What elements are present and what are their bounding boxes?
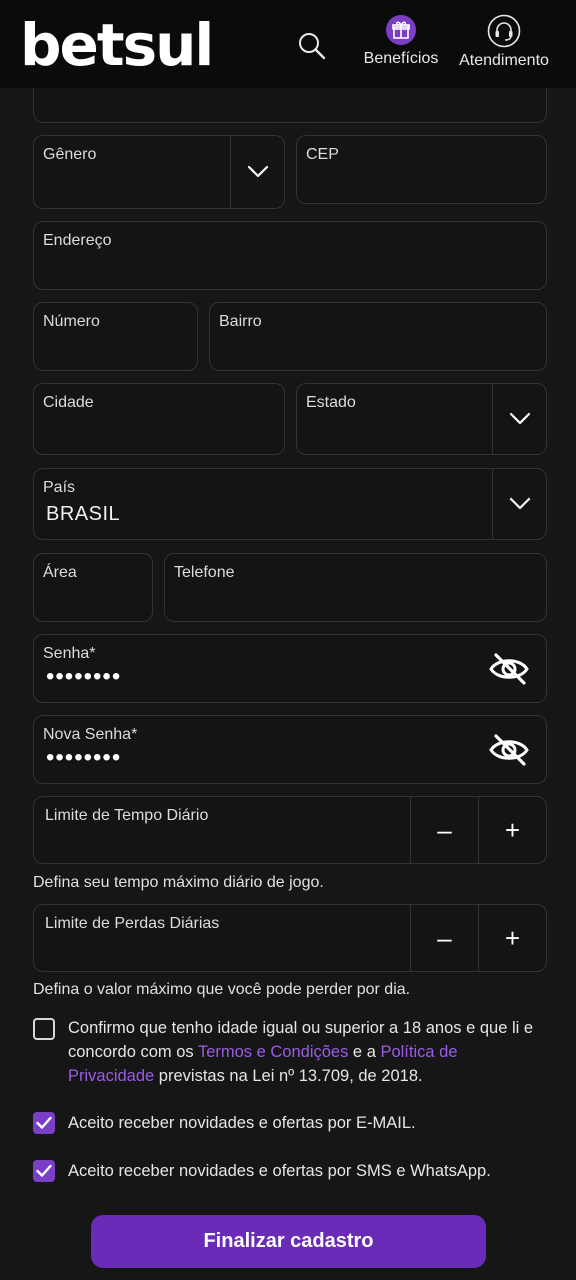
registration-form: Gênero CEP Endereço Número Bairro Cidade… bbox=[0, 68, 576, 1280]
limite-perdas-stepper[interactable]: Limite de Perdas Diárias – + bbox=[33, 904, 547, 972]
telefone-field[interactable]: Telefone bbox=[164, 553, 547, 622]
checkmark-icon bbox=[36, 1116, 52, 1129]
senha-label: Senha* bbox=[43, 645, 96, 662]
limite-tempo-stepper[interactable]: Limite de Tempo Diário – + bbox=[33, 796, 547, 864]
genero-dropdown-toggle[interactable] bbox=[230, 136, 284, 208]
terms-link[interactable]: Termos e Condições bbox=[198, 1043, 348, 1061]
benefits-button[interactable]: Benefícios bbox=[360, 14, 442, 68]
endereco-field[interactable]: Endereço bbox=[33, 221, 547, 290]
chevron-down-icon bbox=[509, 497, 530, 510]
numero-label: Número bbox=[43, 313, 100, 330]
top-header: betsul Benefícios Atendimento bbox=[0, 0, 576, 88]
genero-select[interactable]: Gênero bbox=[33, 135, 285, 209]
betsul-logo[interactable]: betsul bbox=[20, 10, 214, 80]
numero-field[interactable]: Número bbox=[33, 302, 198, 371]
area-field[interactable]: Área bbox=[33, 553, 153, 622]
email-consent-text: Aceito receber novidades e ofertas por E… bbox=[68, 1114, 416, 1132]
age-consent-text-part: e a bbox=[348, 1043, 381, 1061]
limite-tempo-decrease-button[interactable]: – bbox=[410, 797, 478, 863]
limite-tempo-helper: Defina seu tempo máximo diário de jogo. bbox=[33, 874, 324, 891]
nova-senha-value: •••••••• bbox=[46, 744, 122, 771]
estado-dropdown-toggle[interactable] bbox=[492, 384, 546, 454]
limite-perdas-increase-button[interactable]: + bbox=[478, 905, 546, 971]
benefits-label: Benefícios bbox=[363, 50, 439, 67]
email-consent-checkbox[interactable] bbox=[33, 1112, 55, 1134]
estado-label: Estado bbox=[306, 394, 356, 411]
telefone-label: Telefone bbox=[174, 564, 235, 581]
nova-senha-field[interactable]: Nova Senha* •••••••• bbox=[33, 715, 547, 784]
age-consent-checkbox[interactable] bbox=[33, 1018, 55, 1040]
senha-field[interactable]: Senha* •••••••• bbox=[33, 634, 547, 703]
sms-consent-checkbox[interactable] bbox=[33, 1160, 55, 1182]
chevron-down-icon bbox=[509, 412, 530, 425]
pais-value: BRASIL bbox=[46, 503, 121, 525]
cep-field[interactable]: CEP bbox=[296, 135, 547, 204]
genero-label: Gênero bbox=[43, 146, 97, 163]
pais-select[interactable]: País BRASIL bbox=[33, 468, 547, 540]
limite-tempo-increase-button[interactable]: + bbox=[478, 797, 546, 863]
limite-perdas-helper: Defina o valor máximo que você pode perd… bbox=[33, 981, 411, 998]
support-label: Atendimento bbox=[459, 52, 549, 69]
cidade-label: Cidade bbox=[43, 394, 94, 411]
gift-icon bbox=[386, 15, 416, 45]
estado-select[interactable]: Estado bbox=[296, 383, 547, 455]
sms-consent-text: Aceito receber novidades e ofertas por S… bbox=[68, 1162, 491, 1180]
bairro-field[interactable]: Bairro bbox=[209, 302, 547, 371]
cep-label: CEP bbox=[306, 146, 339, 163]
limite-tempo-label: Limite de Tempo Diário bbox=[45, 807, 209, 824]
search-icon[interactable] bbox=[296, 30, 328, 62]
eye-off-icon[interactable] bbox=[488, 649, 530, 689]
nova-senha-label: Nova Senha* bbox=[43, 726, 138, 743]
pais-dropdown-toggle[interactable] bbox=[492, 469, 546, 539]
age-consent-text-part: previstas na Lei nº 13.709, de 2018. bbox=[154, 1067, 423, 1085]
pais-label: País bbox=[43, 479, 76, 496]
headset-icon bbox=[487, 14, 521, 48]
checkmark-icon bbox=[36, 1164, 52, 1177]
limite-perdas-decrease-button[interactable]: – bbox=[410, 905, 478, 971]
bairro-label: Bairro bbox=[219, 313, 262, 330]
area-label: Área bbox=[43, 564, 77, 581]
finalizar-cadastro-button[interactable]: Finalizar cadastro bbox=[91, 1215, 486, 1268]
cidade-field[interactable]: Cidade bbox=[33, 383, 285, 455]
chevron-down-icon bbox=[247, 165, 268, 178]
limite-perdas-label: Limite de Perdas Diárias bbox=[45, 915, 220, 932]
senha-value: •••••••• bbox=[46, 663, 122, 690]
age-consent-text: Confirmo que tenho idade igual ou superi… bbox=[68, 1016, 548, 1088]
endereco-label: Endereço bbox=[43, 232, 112, 249]
support-button[interactable]: Atendimento bbox=[452, 14, 556, 70]
eye-off-icon[interactable] bbox=[488, 730, 530, 770]
